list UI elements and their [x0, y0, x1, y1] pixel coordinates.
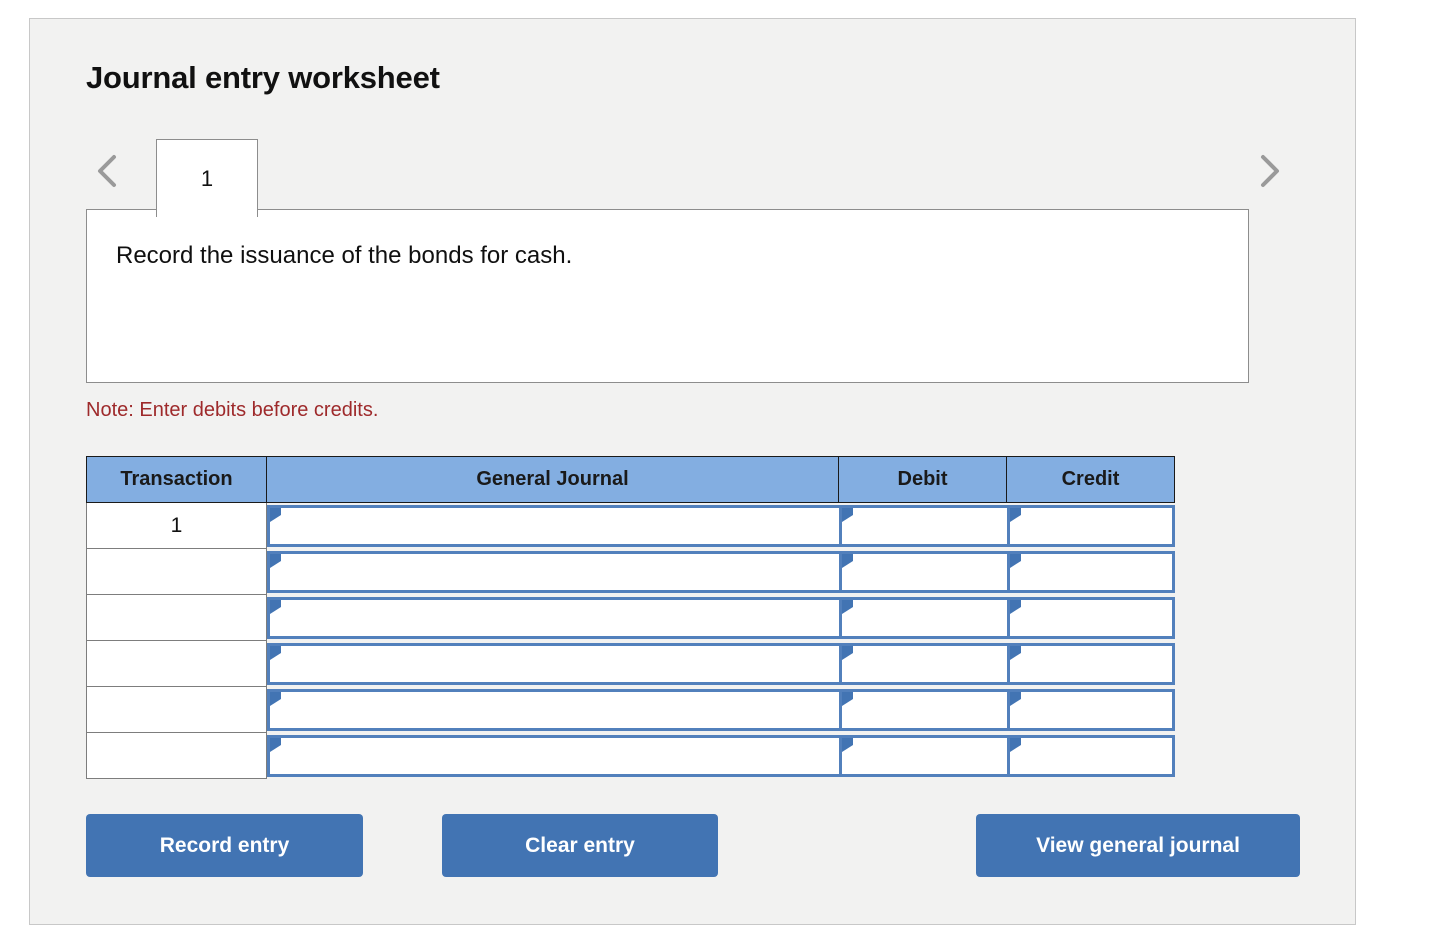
- debit-input[interactable]: [838, 550, 1007, 593]
- credit-input-cell[interactable]: [1006, 594, 1175, 641]
- dropdown-marker-icon: [270, 507, 281, 522]
- general-journal-input[interactable]: [267, 596, 839, 639]
- credit-input-cell[interactable]: [1006, 686, 1175, 733]
- credit-input[interactable]: [1006, 688, 1175, 731]
- transaction-number-cell: [86, 640, 267, 687]
- chevron-left-icon[interactable]: [86, 148, 128, 194]
- dropdown-marker-icon: [270, 599, 281, 614]
- dropdown-marker-icon: [1009, 645, 1021, 660]
- credit-input[interactable]: [1006, 642, 1175, 685]
- debit-input[interactable]: [838, 734, 1007, 777]
- transaction-number-cell: [86, 548, 267, 595]
- credit-input-cell[interactable]: [1006, 548, 1175, 595]
- entry-tab-1[interactable]: 1: [156, 139, 258, 217]
- dropdown-marker-icon: [1009, 691, 1021, 706]
- credit-input[interactable]: [1006, 596, 1175, 639]
- general-journal-input-cell[interactable]: [266, 732, 839, 779]
- credit-input[interactable]: [1006, 550, 1175, 593]
- general-journal-input[interactable]: [267, 550, 839, 593]
- general-journal-input-cell[interactable]: [266, 502, 839, 549]
- table-row: [86, 686, 1175, 733]
- general-journal-input[interactable]: [267, 688, 839, 731]
- debit-input-cell[interactable]: [838, 640, 1007, 687]
- page-title: Journal entry worksheet: [86, 60, 440, 95]
- dropdown-marker-icon: [841, 691, 853, 706]
- table-row: [86, 640, 1175, 687]
- dropdown-marker-icon: [841, 645, 853, 660]
- general-journal-input-cell[interactable]: [266, 548, 839, 595]
- dropdown-marker-icon: [1009, 599, 1021, 614]
- column-header-transaction: Transaction: [86, 456, 267, 503]
- general-journal-input-cell[interactable]: [266, 594, 839, 641]
- credit-input-cell[interactable]: [1006, 640, 1175, 687]
- transaction-description-text: Record the issuance of the bonds for cas…: [116, 242, 573, 269]
- dropdown-marker-icon: [841, 737, 853, 752]
- worksheet-panel: Journal entry worksheet 1 Record the iss…: [29, 18, 1356, 925]
- general-journal-input[interactable]: [267, 642, 839, 685]
- debit-input[interactable]: [838, 642, 1007, 685]
- credit-input[interactable]: [1006, 504, 1175, 547]
- general-journal-input[interactable]: [267, 504, 839, 547]
- table-row: 1: [86, 502, 1175, 549]
- dropdown-marker-icon: [270, 737, 281, 752]
- transaction-number-cell: [86, 686, 267, 733]
- table-header-row: Transaction General Journal Debit Credit: [86, 456, 1175, 503]
- view-general-journal-button[interactable]: View general journal: [976, 814, 1300, 877]
- debit-input-cell[interactable]: [838, 502, 1007, 549]
- transaction-number-cell: [86, 594, 267, 641]
- transaction-number-cell: 1: [86, 502, 267, 549]
- credit-input-cell[interactable]: [1006, 502, 1175, 549]
- debit-input[interactable]: [838, 596, 1007, 639]
- debit-input-cell[interactable]: [838, 548, 1007, 595]
- chevron-right-icon[interactable]: [1248, 148, 1290, 194]
- transaction-number-cell: [86, 732, 267, 779]
- dropdown-marker-icon: [270, 691, 281, 706]
- general-journal-input[interactable]: [267, 734, 839, 777]
- general-journal-input-cell[interactable]: [266, 640, 839, 687]
- dropdown-marker-icon: [841, 599, 853, 614]
- debit-input-cell[interactable]: [838, 732, 1007, 779]
- dropdown-marker-icon: [270, 645, 281, 660]
- dropdown-marker-icon: [1009, 737, 1021, 752]
- debits-before-credits-note: Note: Enter debits before credits.: [86, 399, 379, 421]
- dropdown-marker-icon: [841, 553, 853, 568]
- journal-entry-table: Transaction General Journal Debit Credit…: [86, 456, 1175, 779]
- credit-input[interactable]: [1006, 734, 1175, 777]
- record-entry-button[interactable]: Record entry: [86, 814, 363, 877]
- debit-input-cell[interactable]: [838, 686, 1007, 733]
- dropdown-marker-icon: [841, 507, 853, 522]
- table-row: [86, 548, 1175, 595]
- credit-input-cell[interactable]: [1006, 732, 1175, 779]
- column-header-debit: Debit: [838, 456, 1007, 503]
- dropdown-marker-icon: [270, 553, 281, 568]
- debit-input-cell[interactable]: [838, 594, 1007, 641]
- transaction-description-box: Record the issuance of the bonds for cas…: [86, 209, 1249, 383]
- general-journal-input-cell[interactable]: [266, 686, 839, 733]
- debit-input[interactable]: [838, 688, 1007, 731]
- dropdown-marker-icon: [1009, 507, 1021, 522]
- clear-entry-button[interactable]: Clear entry: [442, 814, 718, 877]
- entry-pager: 1: [30, 131, 1357, 217]
- table-row: [86, 594, 1175, 641]
- column-header-credit: Credit: [1006, 456, 1175, 503]
- table-row: [86, 732, 1175, 779]
- entry-tab-label: 1: [200, 165, 214, 191]
- debit-input[interactable]: [838, 504, 1007, 547]
- column-header-general-journal: General Journal: [266, 456, 839, 503]
- journal-entry-worksheet-page: Journal entry worksheet 1 Record the iss…: [0, 0, 1434, 950]
- dropdown-marker-icon: [1009, 553, 1021, 568]
